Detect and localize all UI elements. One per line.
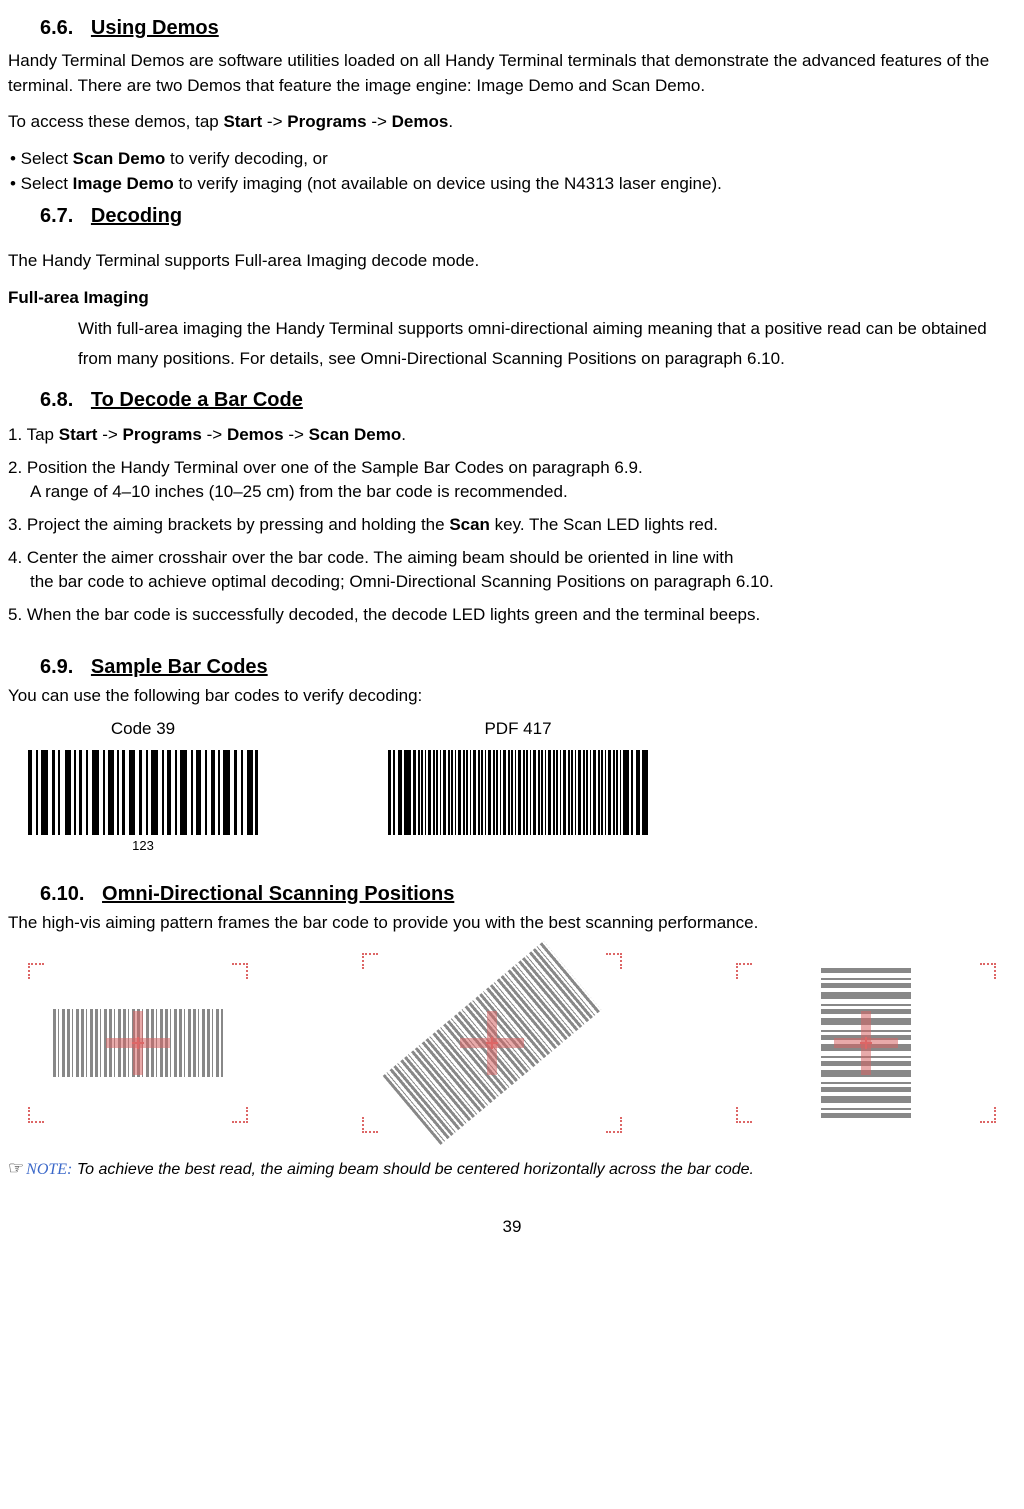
text: 1. Tap	[8, 425, 59, 444]
bracket-corner-icon	[736, 963, 752, 979]
text: 4. Center the aimer crosshair over the b…	[8, 546, 1016, 571]
pdf417-icon	[388, 750, 648, 835]
barcode-label: Code 39	[111, 717, 175, 742]
text: A range of 4–10 inches (10–25 cm) from t…	[30, 480, 1016, 505]
bracket-corner-icon	[28, 963, 44, 979]
heading-title: Omni-Directional Scanning Positions	[102, 883, 454, 905]
text-bold: Image Demo	[73, 174, 174, 193]
scan-position-diagonal	[362, 953, 622, 1133]
step-1: 1. Tap Start -> Programs -> Demos -> Sca…	[8, 423, 1016, 448]
paragraph: You can use the following bar codes to v…	[8, 684, 1016, 709]
scanning-positions-figure	[28, 953, 996, 1133]
heading-6-7: 6.7. Decoding	[8, 202, 1016, 231]
heading-num: 6.7.	[40, 202, 73, 231]
text: the bar code to achieve optimal decoding…	[30, 570, 1016, 595]
text-bold: Start	[59, 425, 98, 444]
text: ->	[367, 112, 392, 131]
heading-title: Using Demos	[91, 17, 219, 39]
step-3: 3. Project the aiming brackets by pressi…	[8, 513, 1016, 538]
bracket-corner-icon	[980, 1107, 996, 1123]
text: .	[448, 112, 453, 131]
text-bold: Programs	[123, 425, 202, 444]
bracket-corner-icon	[232, 963, 248, 979]
text-bold: Scan Demo	[73, 149, 166, 168]
text: • Select	[10, 149, 73, 168]
text-bold: Demos	[392, 112, 449, 131]
barcode-samples: Code 39 123 PDF 417	[8, 717, 1016, 855]
paragraph: The high-vis aiming pattern frames the b…	[8, 911, 1016, 936]
bracket-corner-icon	[736, 1107, 752, 1123]
text-bold: Programs	[287, 112, 366, 131]
text: ->	[284, 425, 309, 444]
step-2: 2. Position the Handy Terminal over one …	[8, 456, 1016, 505]
heading-title: Sample Bar Codes	[91, 656, 268, 678]
note-label: NOTE:	[26, 1161, 72, 1178]
bullet-item: • Select Image Demo to verify imaging (n…	[10, 172, 1016, 197]
barcode-code39: Code 39 123	[28, 717, 258, 855]
barcode-pdf417: PDF 417	[388, 717, 648, 855]
heading-6-9: 6.9. Sample Bar Codes	[8, 653, 1016, 682]
heading-title: Decoding	[91, 205, 182, 227]
code39-icon	[28, 750, 258, 835]
subheading: Full-area Imaging	[8, 286, 1016, 311]
note-text: To achieve the best read, the aiming bea…	[77, 1161, 754, 1178]
heading-num: 6.8.	[40, 386, 73, 415]
heading-6-6: 6.6. Using Demos	[8, 14, 1016, 43]
text: key. The Scan LED lights red.	[490, 515, 718, 534]
paragraph: Handy Terminal Demos are software utilit…	[8, 49, 1016, 98]
note: ☞NOTE: To achieve the best read, the aim…	[8, 1155, 1016, 1181]
text: ->	[202, 425, 227, 444]
text: • Select	[10, 174, 73, 193]
text: to verify decoding, or	[165, 149, 328, 168]
bracket-corner-icon	[28, 1107, 44, 1123]
text: ->	[262, 112, 287, 131]
heading-6-10: 6.10. Omni-Directional Scanning Position…	[8, 880, 1016, 909]
paragraph-indented: With full-area imaging the Handy Termina…	[78, 314, 1016, 374]
page-number: 39	[8, 1215, 1016, 1240]
scan-position-horizontal	[28, 963, 248, 1123]
heading-num: 6.6.	[40, 14, 73, 43]
text: .	[401, 425, 406, 444]
text-bold: Scan	[449, 515, 490, 534]
paragraph: The Handy Terminal supports Full-area Im…	[8, 249, 1016, 274]
text: 3. Project the aiming brackets by pressi…	[8, 515, 449, 534]
bullet-item: • Select Scan Demo to verify decoding, o…	[10, 147, 1016, 172]
text: To access these demos, tap	[8, 112, 223, 131]
text-bold: Start	[223, 112, 262, 131]
text-bold: Demos	[227, 425, 284, 444]
heading-6-8: 6.8. To Decode a Bar Code	[8, 386, 1016, 415]
bracket-corner-icon	[980, 963, 996, 979]
text: ->	[97, 425, 122, 444]
paragraph: To access these demos, tap Start -> Prog…	[8, 110, 1016, 135]
text-bold: Scan Demo	[309, 425, 402, 444]
step-4: 4. Center the aimer crosshair over the b…	[8, 546, 1016, 595]
bracket-corner-icon	[232, 1107, 248, 1123]
heading-num: 6.9.	[40, 653, 73, 682]
heading-num: 6.10.	[40, 880, 84, 909]
pointing-hand-icon: ☞	[8, 1158, 24, 1178]
barcode-value: 123	[132, 837, 154, 856]
step-5: 5. When the bar code is successfully dec…	[8, 603, 1016, 628]
text: 2. Position the Handy Terminal over one …	[8, 456, 1016, 481]
heading-title: To Decode a Bar Code	[91, 389, 303, 411]
barcode-label: PDF 417	[484, 717, 551, 742]
scan-position-vertical	[736, 963, 996, 1123]
text: to verify imaging (not available on devi…	[174, 174, 722, 193]
